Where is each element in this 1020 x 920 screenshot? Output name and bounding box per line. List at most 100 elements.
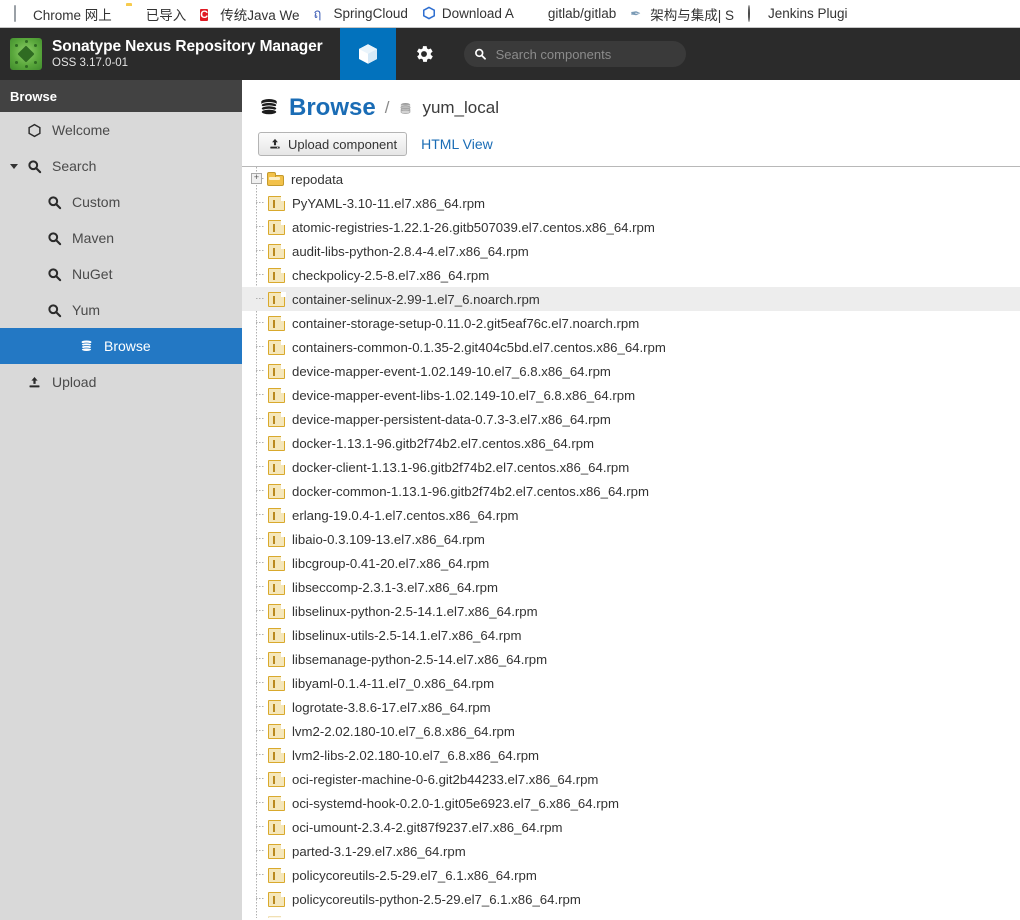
file-icon [268, 363, 286, 379]
tree-file-row[interactable]: policycoreutils-2.5-29.el7_6.1.x86_64.rp… [242, 863, 1020, 887]
file-icon [268, 723, 286, 739]
tree-file-row[interactable]: libcgroup-0.41-20.el7.x86_64.rpm [242, 551, 1020, 575]
tree-file-row[interactable]: container-selinux-2.99-1.el7_6.noarch.rp… [242, 287, 1020, 311]
tree-file-row[interactable]: libaio-0.3.109-13.el7.x86_64.rpm [242, 527, 1020, 551]
bookmark-label: Chrome 网上 [33, 7, 112, 23]
tree-file-row[interactable]: libyaml-0.1.4-11.el7_0.x86_64.rpm [242, 671, 1020, 695]
chevron-down-icon[interactable] [10, 163, 18, 169]
sidebar-item-custom[interactable]: Custom [0, 184, 242, 220]
file-icon [268, 483, 286, 499]
bookmark-item[interactable]: gitlab/gitlab [521, 3, 623, 25]
search-input[interactable] [493, 45, 676, 63]
page-body: Browse Welcome Search Custom Maven NuGet Yum B… [0, 80, 1020, 920]
gitlab-icon [528, 6, 543, 21]
tree-connector [250, 695, 266, 719]
file-icon [268, 339, 286, 355]
upload-icon [26, 374, 43, 391]
tree-node-label: containers-common-0.1.35-2.git404c5bd.el… [292, 339, 666, 355]
tree-node-label: audit-libs-python-2.8.4-4.el7.x86_64.rpm [292, 243, 529, 259]
tree-expand-icon[interactable]: + [251, 173, 262, 184]
database-icon [260, 99, 278, 116]
bookmark-item[interactable]: C 传统Java We [193, 3, 306, 25]
tree-node-label: libyaml-0.1.4-11.el7_0.x86_64.rpm [292, 675, 495, 691]
tree-file-row[interactable]: checkpolicy-2.5-8.el7.x86_64.rpm [242, 263, 1020, 287]
file-icon [268, 819, 286, 835]
tree-file-row[interactable]: atomic-registries-1.22.1-26.gitb507039.e… [242, 215, 1020, 239]
bookmark-item[interactable]: Jenkins Plugi [741, 3, 855, 25]
repository-tree-list: + repodata PyYAML-3.10-11.el7.x86_64.rpm at… [242, 167, 1020, 918]
upload-icon [270, 138, 280, 149]
tree-file-row[interactable]: device-mapper-event-libs-1.02.149-10.el7… [242, 383, 1020, 407]
tree-file-row[interactable]: PyYAML-3.10-11.el7.x86_64.rpm [242, 191, 1020, 215]
tree-file-row[interactable]: erlang-19.0.4-1.el7.centos.x86_64.rpm [242, 503, 1020, 527]
folder-icon [126, 6, 141, 21]
tree-file-row[interactable]: logrotate-3.8.6-17.el7.x86_64.rpm [242, 695, 1020, 719]
admin-settings-button[interactable] [396, 28, 452, 80]
bookmark-item[interactable]: ฤ SpringCloud [307, 3, 415, 25]
tree-file-row[interactable]: audit-libs-python-2.8.4-4.el7.x86_64.rpm [242, 239, 1020, 263]
tree-node-label: docker-1.13.1-96.gitb2f74b2.el7.centos.x… [292, 435, 595, 451]
file-icon [268, 219, 286, 235]
tree-file-row[interactable]: docker-common-1.13.1-96.gitb2f74b2.el7.c… [242, 479, 1020, 503]
search-icon [26, 158, 43, 175]
tree-connector [250, 551, 266, 575]
bookmark-item[interactable]: 已导入 [119, 3, 194, 25]
bookmark-item[interactable]: Download A [415, 3, 521, 25]
file-icon [268, 771, 286, 787]
sidebar-item-nuget[interactable]: NuGet [0, 256, 242, 292]
tree-file-row[interactable]: oci-systemd-hook-0.2.0-1.git05e6923.el7_… [242, 791, 1020, 815]
sidebar-item-search[interactable]: Search [0, 148, 242, 184]
tree-file-row[interactable]: policycoreutils-python-2.5-29.el7_6.1.x8… [242, 887, 1020, 911]
tree-file-row[interactable]: libseccomp-2.3.1-3.el7.x86_64.rpm [242, 575, 1020, 599]
sidebar-item-maven[interactable]: Maven [0, 220, 242, 256]
tree-file-row[interactable]: lvm2-libs-2.02.180-10.el7_6.8.x86_64.rpm [242, 743, 1020, 767]
tree-node-label: policycoreutils-python-2.5-29.el7_6.1.x8… [292, 891, 581, 907]
tree-file-row[interactable]: docker-1.13.1-96.gitb2f74b2.el7.centos.x… [242, 431, 1020, 455]
tree-file-row[interactable]: oci-umount-2.3.4-2.git87f9237.el7.x86_64… [242, 815, 1020, 839]
bookmark-label: 已导入 [145, 7, 187, 23]
tree-file-row[interactable]: docker-client-1.13.1-96.gitb2f74b2.el7.c… [242, 455, 1020, 479]
tree-file-row[interactable]: libselinux-utils-2.5-14.1.el7.x86_64.rpm [242, 623, 1020, 647]
search-components-box[interactable] [464, 41, 686, 67]
tree-file-row[interactable]: container-storage-setup-0.11.0-2.git5eaf… [242, 311, 1020, 335]
tree-connector [250, 239, 266, 263]
jenkins-avatar-icon [747, 5, 763, 22]
tree-file-row[interactable]: device-mapper-persistent-data-0.7.3-3.el… [242, 407, 1020, 431]
sidebar-item-label: Upload [52, 374, 97, 390]
sidebar-item-upload[interactable]: Upload [0, 364, 242, 400]
content-toolbar: Upload component HTML View [242, 132, 1020, 166]
file-icon [268, 315, 286, 331]
tree-file-row[interactable]: oci-register-machine-0-6.git2b44233.el7.… [242, 767, 1020, 791]
upload-component-button[interactable]: Upload component [258, 132, 408, 156]
tree-connector [250, 215, 266, 239]
tree-file-row[interactable]: libsemanage-python-2.5-14.el7.x86_64.rpm [242, 647, 1020, 671]
bookmark-label: gitlab/gitlab [547, 6, 617, 21]
tree-file-row[interactable]: python-IPy-0.75-6.el7.noarch.rpm [242, 911, 1020, 918]
tree-connector [250, 527, 266, 551]
sidebar-item-browse[interactable]: Browse [0, 328, 242, 364]
sidebar-item-welcome[interactable]: Welcome [0, 112, 242, 148]
browse-mode-button[interactable] [340, 28, 396, 89]
tree-connector [250, 791, 266, 815]
tree-file-row[interactable]: device-mapper-event-1.02.149-10.el7_6.8.… [242, 359, 1020, 383]
tree-connector [250, 455, 266, 479]
search-icon [475, 48, 486, 60]
gear-icon [417, 46, 433, 62]
sidebar-item-yum[interactable]: Yum [0, 292, 242, 328]
file-icon [268, 267, 286, 283]
tree-file-row[interactable]: libselinux-python-2.5-14.1.el7.x86_64.rp… [242, 599, 1020, 623]
bookmark-item[interactable]: ✒ 架构与集成| S [623, 3, 741, 25]
tree-file-row[interactable]: parted-3.1-29.el7.x86_64.rpm [242, 839, 1020, 863]
repository-tree-panel[interactable]: + repodata PyYAML-3.10-11.el7.x86_64.rpm at… [242, 166, 1020, 918]
tree-file-row[interactable]: containers-common-0.1.35-2.git404c5bd.el… [242, 335, 1020, 359]
tree-folder-row[interactable]: + repodata [242, 167, 1020, 191]
tree-file-row[interactable]: lvm2-2.02.180-10.el7_6.8.x86_64.rpm [242, 719, 1020, 743]
spring-leaf-icon: ฤ [313, 6, 322, 21]
file-icon [268, 507, 286, 523]
breadcrumb-browse-link[interactable]: Browse [289, 94, 376, 122]
tree-node-label: libselinux-python-2.5-14.1.el7.x86_64.rp… [292, 603, 538, 619]
html-view-link[interactable]: HTML View [421, 136, 493, 152]
search-icon [46, 194, 63, 211]
bookmark-item[interactable]: Chrome 网上 [6, 3, 119, 25]
tree-connector [250, 623, 266, 647]
